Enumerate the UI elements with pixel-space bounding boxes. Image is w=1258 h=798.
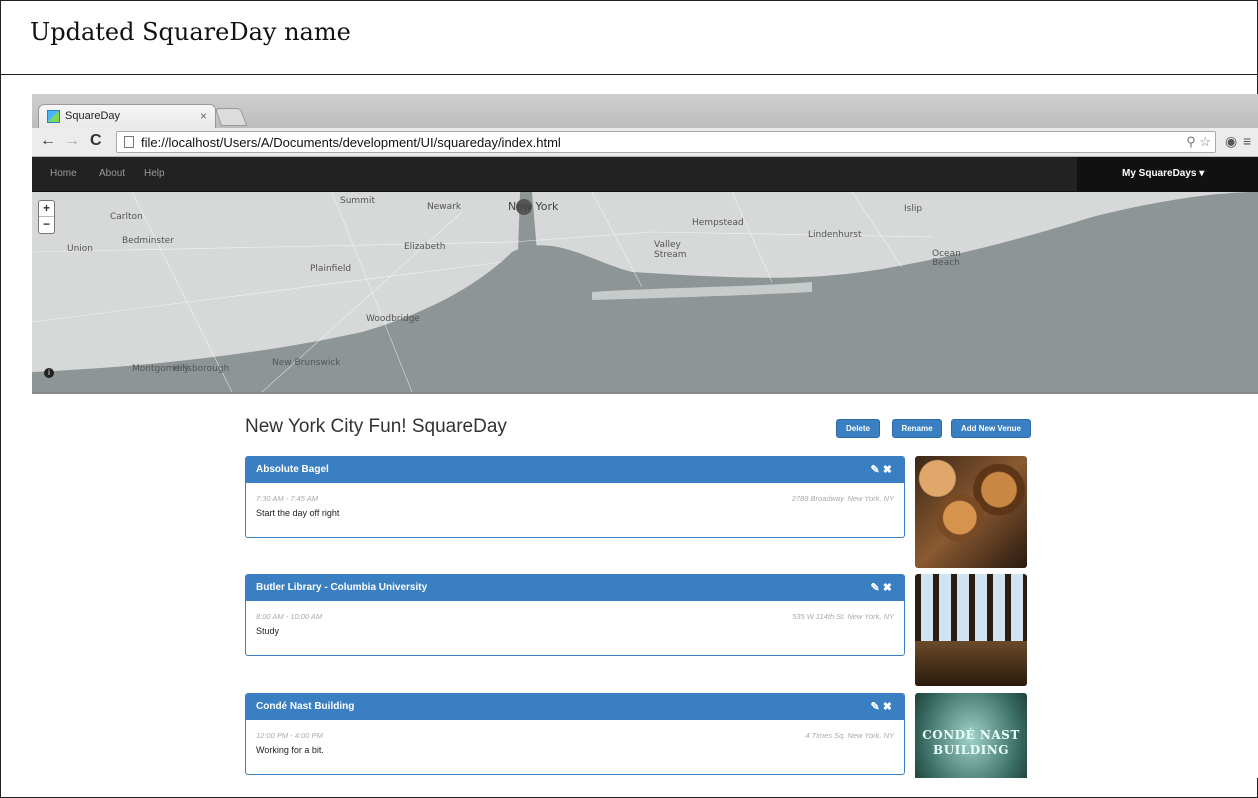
map-label: Union <box>67 244 94 254</box>
x-icon[interactable]: ✖ <box>883 464 892 476</box>
reload-icon[interactable]: C <box>90 132 102 150</box>
x-icon[interactable]: ✖ <box>883 582 892 594</box>
back-arrow-icon[interactable]: ← <box>40 132 56 150</box>
search-zoom-icon[interactable]: ⚲ ☆ <box>1186 134 1211 150</box>
map-label: Newark <box>427 202 462 212</box>
map-label: New York <box>508 200 559 213</box>
zoom-in-button[interactable]: + <box>39 201 54 217</box>
forward-arrow-icon[interactable]: → <box>64 132 80 150</box>
map-label: Bedminster <box>122 236 174 246</box>
map-label: Plainfield <box>310 264 352 274</box>
venue-address: 535 W 114th St. New York, NY <box>792 612 894 621</box>
venue-header: Absolute Bagel ✎ ✖ <box>246 457 904 483</box>
venue-address: 4 Times Sq. New York, NY <box>805 731 894 740</box>
x-icon[interactable]: ✖ <box>883 701 892 713</box>
rename-button[interactable]: Rename <box>892 419 942 438</box>
pencil-icon[interactable]: ✎ <box>871 464 880 476</box>
my-squaredays-dropdown[interactable]: My SquareDays ▾ <box>1077 157 1258 192</box>
map-label: Summit <box>340 196 375 206</box>
pencil-icon[interactable]: ✎ <box>871 701 880 713</box>
add-new-venue-button[interactable]: Add New Venue <box>951 419 1031 438</box>
new-tab-button[interactable] <box>214 108 248 126</box>
venue-name: Butler Library - Columbia University <box>256 582 428 593</box>
photo-sign-line: CONDÉ NAST <box>922 728 1020 742</box>
venue-card: Condé Nast Building ✎ ✖ 12:00 PM - 4:00 … <box>245 693 905 775</box>
tab-bar: SquareDay × <box>32 94 1258 128</box>
pencil-icon[interactable]: ✎ <box>871 582 880 594</box>
extension-icon[interactable]: ◉ <box>1225 133 1237 150</box>
venue-time: 12:00 PM - 4:00 PM <box>256 731 323 740</box>
map-label: Ocean Beach <box>932 249 961 268</box>
map-info-icon[interactable]: i <box>44 368 54 378</box>
page-title: New York City Fun! SquareDay <box>245 416 507 437</box>
venue-photo-bagel <box>915 456 1027 568</box>
browser-tab[interactable]: SquareDay × <box>38 104 216 128</box>
venue-time: 8:00 AM - 10:00 AM <box>256 612 323 621</box>
venue-photo-library <box>915 574 1027 686</box>
address-bar[interactable]: file://localhost/Users/A/Documents/devel… <box>116 131 1216 153</box>
venue-description: Working for a bit. <box>256 745 324 755</box>
photo-sign-line: BUILDING <box>933 743 1009 757</box>
nav-about[interactable]: About <box>99 168 125 179</box>
venue-name: Absolute Bagel <box>256 464 329 475</box>
nav-home[interactable]: Home <box>50 168 77 179</box>
map-label: Carlton <box>110 212 143 222</box>
map-label: Elizabeth <box>404 242 446 252</box>
venue-card: Butler Library - Columbia University ✎ ✖… <box>245 574 905 656</box>
map-label: Valley Stream <box>654 240 687 260</box>
map-label: Woodbridge <box>366 314 420 324</box>
map-zoom-control: + − <box>38 200 55 234</box>
delete-button[interactable]: Delete <box>836 419 880 438</box>
map-label: Lindenhurst <box>808 230 862 240</box>
caption: Updated SquareDay name <box>0 0 1258 75</box>
browser-toolbar: ← → C file://localhost/Users/A/Documents… <box>32 128 1258 157</box>
venue-name: Condé Nast Building <box>256 701 355 712</box>
venue-description: Study <box>256 626 280 636</box>
nav-help[interactable]: Help <box>144 168 165 179</box>
url-text: file://localhost/Users/A/Documents/devel… <box>141 135 561 150</box>
app-navbar: Home About Help My SquareDays ▾ <box>32 157 1258 192</box>
venue-card: Absolute Bagel ✎ ✖ 7:30 AM - 7:45 AM 278… <box>245 456 905 538</box>
browser-screenshot: SquareDay × ← → C file://localhost/Users… <box>32 94 1258 778</box>
map-label: New Brunswick <box>272 358 341 368</box>
squareday-favicon-icon <box>47 110 60 123</box>
venue-photo-conde-nast: CONDÉ NAST BUILDING <box>915 693 1027 778</box>
venue-header: Butler Library - Columbia University ✎ ✖ <box>246 575 904 601</box>
tab-close-icon[interactable]: × <box>200 109 207 123</box>
venue-description: Start the day off right <box>256 508 340 518</box>
map-label: Hempstead <box>692 218 744 228</box>
venue-time: 7:30 AM - 7:45 AM <box>256 494 318 503</box>
map-label: Islip <box>904 204 923 214</box>
venue-header: Condé Nast Building ✎ ✖ <box>246 694 904 720</box>
venue-address: 2788 Broadway. New York, NY <box>791 494 894 503</box>
menu-icon[interactable]: ≡ <box>1243 133 1251 149</box>
map[interactable]: + − Summit Newark New York Hempstead Isl… <box>32 192 1258 394</box>
zoom-out-button[interactable]: − <box>39 217 54 233</box>
page-icon <box>124 136 134 148</box>
tab-title: SquareDay <box>65 110 121 122</box>
map-label: Hillsborough <box>173 364 230 374</box>
